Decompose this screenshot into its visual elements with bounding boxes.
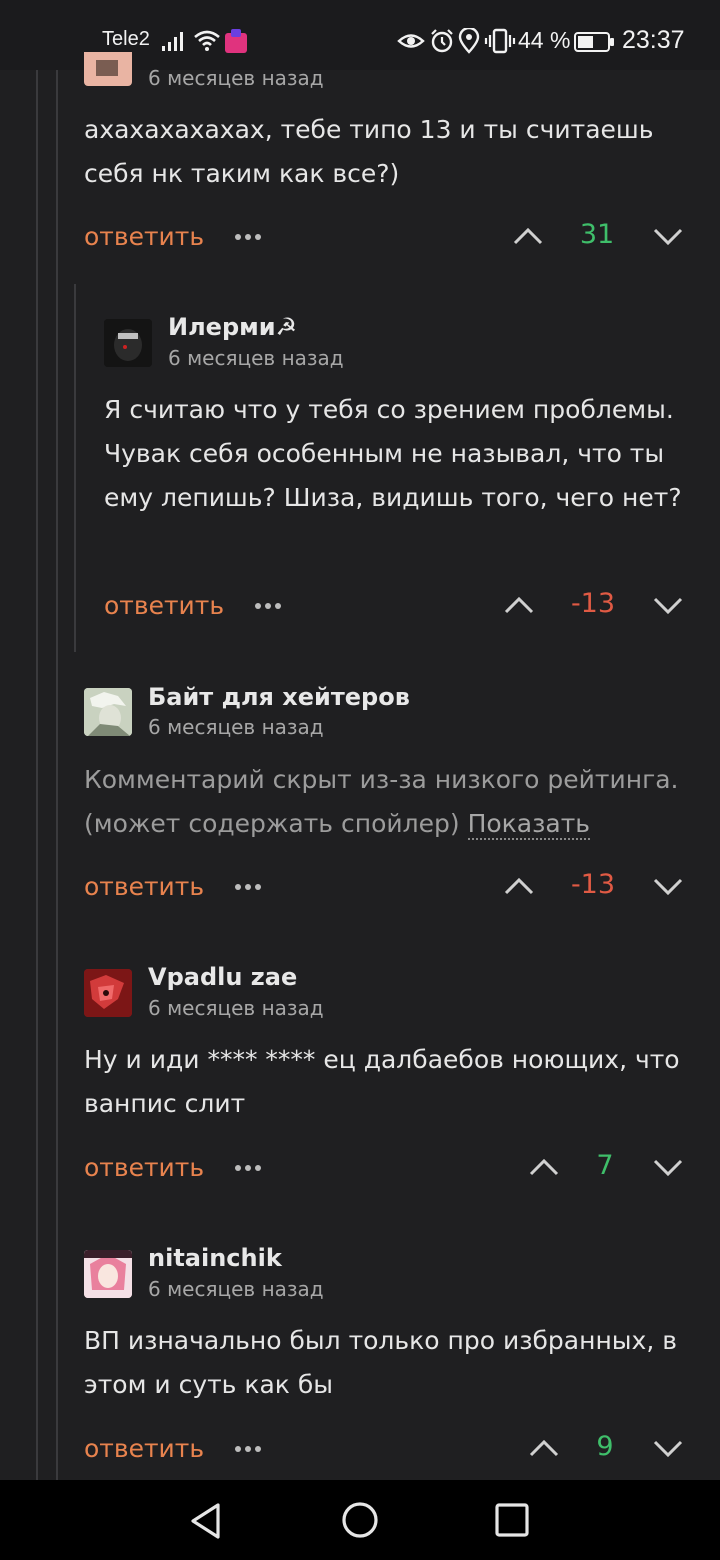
hidden-comment-notice: Комментарий скрыт из-за низкого рейтинга… <box>84 758 704 846</box>
upvote-icon[interactable] <box>528 1155 560 1179</box>
avatar[interactable] <box>84 52 132 86</box>
downvote-icon[interactable] <box>652 224 684 248</box>
more-options-icon[interactable] <box>234 1163 262 1173</box>
comment-author[interactable]: nitainchik <box>148 1244 282 1272</box>
comment-date: 6 месяцев назад <box>168 346 344 370</box>
wifi-icon <box>194 30 220 51</box>
vibrate-icon <box>484 28 516 54</box>
more-options-icon[interactable] <box>234 232 262 242</box>
avatar[interactable] <box>84 969 132 1017</box>
battery-icon <box>574 32 614 52</box>
downvote-icon[interactable] <box>652 1436 684 1460</box>
comment-score: -13 <box>570 588 616 619</box>
comment-date: 6 месяцев назад <box>148 996 324 1020</box>
back-icon[interactable] <box>188 1502 224 1540</box>
downvote-icon[interactable] <box>652 874 684 898</box>
signal-icon <box>162 32 183 51</box>
carrier-name: Tele2 <box>102 28 150 50</box>
comment-date: 6 месяцев назад <box>148 66 324 90</box>
navigation-bar <box>0 1480 720 1560</box>
comment-text: ВП изначально был только про избранных, … <box>84 1326 677 1399</box>
more-options-icon[interactable] <box>254 601 282 611</box>
upvote-icon[interactable] <box>528 1436 560 1460</box>
show-comment-link[interactable]: Показать <box>467 809 590 840</box>
comment-date: 6 месяцев назад <box>148 715 324 739</box>
upvote-icon[interactable] <box>512 224 544 248</box>
reply-thread-line <box>74 284 76 652</box>
thread-line <box>56 70 58 1480</box>
reply-button[interactable]: ответить <box>84 1153 204 1182</box>
downvote-icon[interactable] <box>652 1155 684 1179</box>
recents-icon[interactable] <box>495 1503 529 1537</box>
comment-score: -13 <box>570 869 616 900</box>
alarm-icon <box>431 29 453 53</box>
more-options-icon[interactable] <box>234 882 262 892</box>
comment-date: 6 месяцев назад <box>148 1277 324 1301</box>
more-options-icon[interactable] <box>234 1444 262 1454</box>
avatar[interactable] <box>84 1250 132 1298</box>
comment-author[interactable]: Vpadlu zae <box>148 963 297 991</box>
comment-text: ахахахахахах, тебе типо 13 и ты считаешь… <box>84 115 654 188</box>
thread-line <box>36 70 38 1480</box>
comment-author[interactable]: Илерми☭ <box>168 313 297 341</box>
comment-text: Ну и иди **** **** ец далбаебов ноющих, … <box>84 1045 680 1118</box>
reply-button[interactable]: ответить <box>84 872 204 901</box>
comment-text: Я считаю что у тебя со зрением проблемы.… <box>104 395 682 512</box>
comment-score: 31 <box>579 219 615 250</box>
comment-score: 9 <box>596 1431 614 1462</box>
reply-button[interactable]: ответить <box>84 1434 204 1463</box>
clock: 23:37 <box>622 26 685 54</box>
app-notification-icon <box>225 29 247 53</box>
downvote-icon[interactable] <box>652 593 684 617</box>
comment-score: 7 <box>596 1150 614 1181</box>
upvote-icon[interactable] <box>503 874 535 898</box>
reply-button[interactable]: ответить <box>84 222 204 251</box>
comment-author[interactable]: Байт для хейтеров <box>148 683 410 711</box>
avatar[interactable] <box>84 688 132 736</box>
home-icon[interactable] <box>341 1501 379 1539</box>
avatar[interactable] <box>104 319 152 367</box>
eye-icon <box>397 34 425 48</box>
battery-percent: 44 % <box>518 27 571 53</box>
location-icon <box>458 28 480 54</box>
upvote-icon[interactable] <box>503 593 535 617</box>
reply-button[interactable]: ответить <box>104 591 224 620</box>
